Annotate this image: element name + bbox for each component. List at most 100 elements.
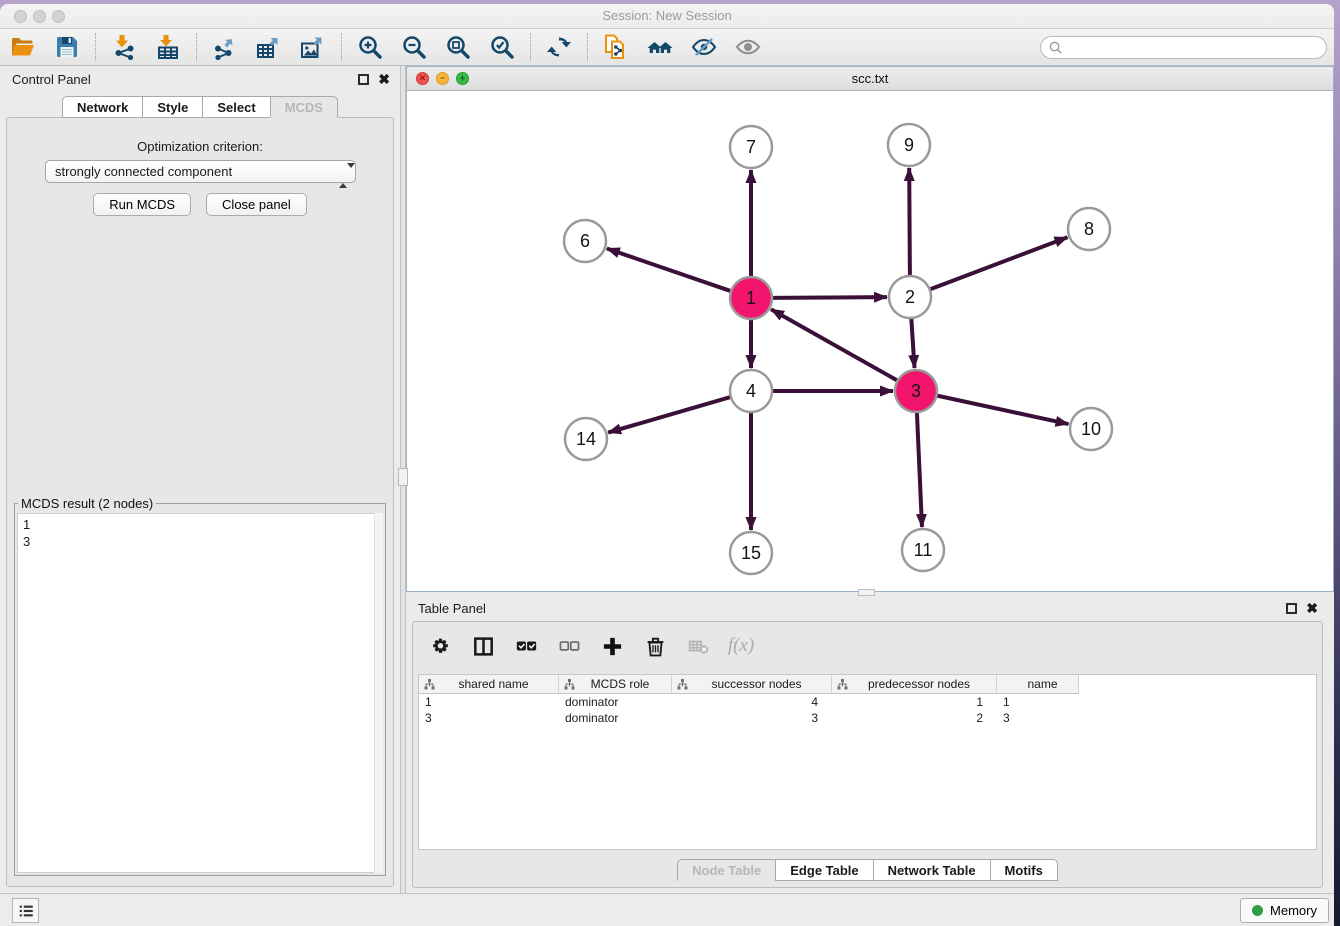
apply-layout-button[interactable] [542, 32, 576, 62]
table-row[interactable]: 1dominator411 [419, 694, 1316, 710]
table-panel-tabs: Node TableEdge TableNetwork TableMotifs [413, 859, 1322, 881]
graph-node-10[interactable]: 10 [1070, 408, 1112, 450]
select-all-button[interactable] [513, 633, 539, 659]
table-panel-body: f(x) shared nameMCDS rolesuccessor nodes… [412, 621, 1323, 888]
network-maximize-icon[interactable]: + [456, 72, 469, 85]
table-cell[interactable]: 3 [997, 710, 1079, 726]
save-session-button[interactable] [50, 32, 84, 62]
mcds-result-list[interactable]: 13 [17, 513, 383, 873]
graph-node-9[interactable]: 9 [888, 124, 930, 166]
table-cell[interactable]: 1 [419, 694, 559, 710]
node-table-header: shared nameMCDS rolesuccessor nodesprede… [419, 675, 1316, 694]
show-columns-button[interactable] [470, 633, 496, 659]
graph-edge-1-2[interactable] [772, 297, 887, 298]
network-close-icon[interactable]: ✕ [416, 72, 429, 85]
tab-mcds[interactable]: MCDS [270, 96, 338, 118]
graph-edge-2-9[interactable] [909, 168, 910, 276]
open-session-button[interactable] [6, 32, 40, 62]
tab-style[interactable]: Style [142, 96, 202, 118]
column-header-mcds-role[interactable]: MCDS role [559, 675, 672, 694]
hierarchy-icon [837, 679, 848, 693]
table-cell[interactable]: 2 [832, 710, 997, 726]
table-cell[interactable]: 3 [419, 710, 559, 726]
graph-edge-3-11[interactable] [917, 412, 922, 527]
tab-motifs[interactable]: Motifs [990, 859, 1058, 881]
column-header-successor-nodes[interactable]: successor nodes [672, 675, 832, 694]
import-network-button[interactable] [107, 32, 141, 62]
toolbar-group [107, 32, 185, 62]
new-column-button[interactable] [599, 633, 625, 659]
graph-edge-1-6[interactable] [607, 249, 731, 292]
table-panel-float-icon[interactable] [1286, 603, 1297, 614]
run-mcds-button[interactable]: Run MCDS [93, 193, 191, 216]
home-button[interactable] [643, 32, 677, 62]
delete-column-icon [645, 636, 666, 657]
close-panel-button[interactable]: Close panel [206, 193, 307, 216]
column-header-label: successor nodes [672, 677, 831, 691]
graph-node-2[interactable]: 2 [889, 276, 931, 318]
table-cell[interactable]: 1 [997, 694, 1079, 710]
window-minimize-icon[interactable] [33, 10, 46, 23]
table-cell[interactable]: 3 [672, 710, 832, 726]
tab-select[interactable]: Select [202, 96, 269, 118]
table-panel-close-icon[interactable]: ✖ [1306, 601, 1318, 615]
zoom-fit-button[interactable] [441, 32, 475, 62]
table-cell[interactable]: dominator [559, 694, 672, 710]
graph-node-1[interactable]: 1 [730, 277, 772, 319]
control-panel-close-icon[interactable]: ✖ [378, 72, 390, 86]
graph-edge-4-14[interactable] [608, 397, 731, 433]
graph-node-14[interactable]: 14 [565, 418, 607, 460]
task-history-button[interactable] [12, 898, 39, 923]
deselect-all-button[interactable] [556, 633, 582, 659]
graph-node-11[interactable]: 11 [902, 529, 944, 571]
tab-edge-table[interactable]: Edge Table [775, 859, 872, 881]
criterion-select[interactable]: strongly connected component [45, 160, 356, 183]
graph-node-15[interactable]: 15 [730, 532, 772, 574]
table-cell[interactable]: dominator [559, 710, 672, 726]
search-input[interactable] [1040, 36, 1327, 59]
graph-node-label: 11 [914, 540, 933, 560]
clone-network-button[interactable] [599, 32, 633, 62]
hide-selected-button[interactable] [687, 32, 721, 62]
result-scrollbar[interactable] [374, 513, 383, 873]
window-close-icon[interactable] [14, 10, 27, 23]
graph-edge-3-10[interactable] [937, 396, 1069, 425]
graph-node-7[interactable]: 7 [730, 126, 772, 168]
graph-node-4[interactable]: 4 [730, 370, 772, 412]
graph-edge-3-1[interactable] [771, 309, 898, 380]
tab-network-table[interactable]: Network Table [873, 859, 990, 881]
network-canvas[interactable]: 7 9 6 8 1 2 4 3 14 10 15 11 [407, 91, 1333, 591]
column-header-shared-name[interactable]: shared name [419, 675, 559, 694]
control-panel-float-icon[interactable] [358, 74, 369, 85]
table-row[interactable]: 3dominator323 [419, 710, 1316, 726]
network-minimize-icon[interactable]: − [436, 72, 449, 85]
zoom-out-button[interactable] [397, 32, 431, 62]
graph-node-8[interactable]: 8 [1068, 208, 1110, 250]
export-image-button[interactable] [296, 32, 330, 62]
zoom-selected-button[interactable] [485, 32, 519, 62]
graph-edge-2-8[interactable] [930, 237, 1068, 289]
column-header-predecessor-nodes[interactable]: predecessor nodes [832, 675, 997, 694]
hierarchy-icon [424, 679, 435, 693]
graph-node-3[interactable]: 3 [895, 370, 937, 412]
window-maximize-icon[interactable] [52, 10, 65, 23]
table-cell[interactable]: 1 [832, 694, 997, 710]
tab-node-table[interactable]: Node Table [677, 859, 775, 881]
memory-label: Memory [1270, 903, 1317, 918]
export-network-button[interactable] [208, 32, 242, 62]
zoom-in-button[interactable] [353, 32, 387, 62]
table-cell[interactable]: 4 [672, 694, 832, 710]
memory-button[interactable]: Memory [1240, 898, 1329, 923]
column-header-name[interactable]: name [997, 675, 1079, 694]
import-table-button[interactable] [151, 32, 185, 62]
delete-column-button[interactable] [642, 633, 668, 659]
graph-node-label: 3 [911, 381, 921, 401]
tab-network[interactable]: Network [62, 96, 142, 118]
splitter-grabber-icon[interactable] [398, 468, 408, 486]
export-table-button[interactable] [252, 32, 286, 62]
splitter-grabber-icon[interactable] [858, 589, 875, 596]
graph-node-6[interactable]: 6 [564, 220, 606, 262]
table-mode-button[interactable] [427, 633, 453, 659]
show-all-button[interactable] [731, 32, 765, 62]
graph-edge-2-3[interactable] [911, 318, 914, 368]
